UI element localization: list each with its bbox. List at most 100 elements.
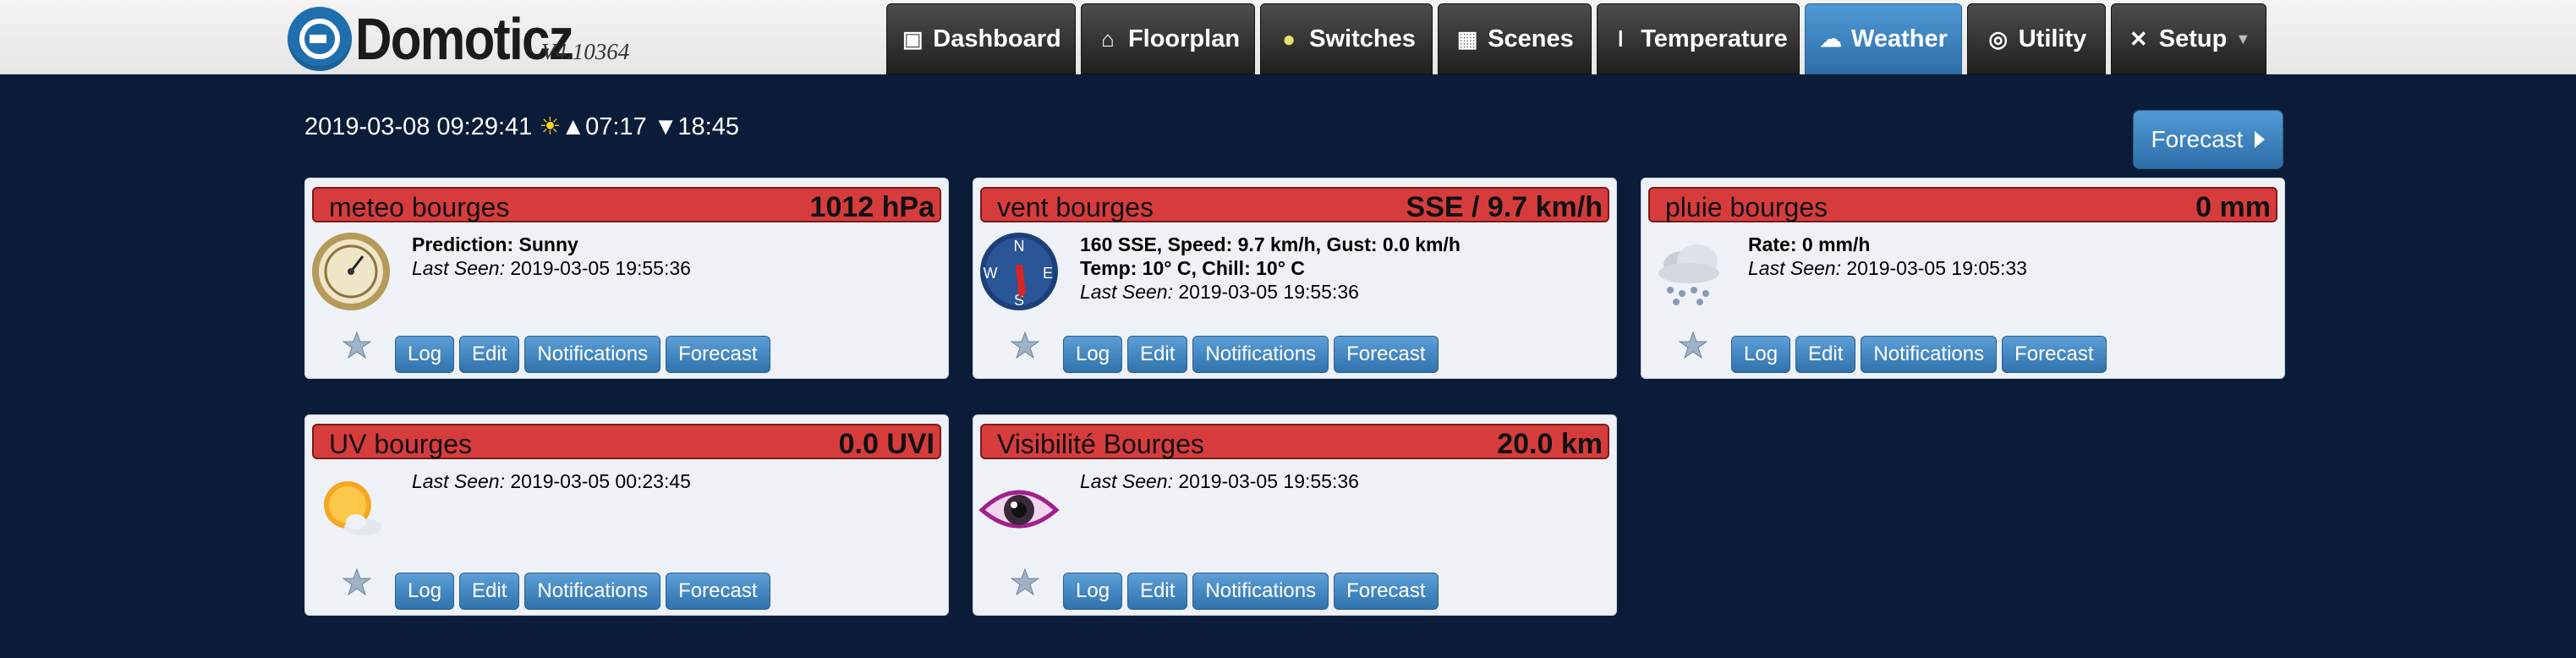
favorite-star-icon[interactable] (343, 331, 371, 359)
last-seen-value: 2019-03-05 19:05:33 (1846, 257, 2027, 279)
log-button[interactable]: Log (1731, 336, 1791, 373)
tools-icon: ✕ (2129, 26, 2148, 52)
favorite-star-icon[interactable] (1011, 568, 1039, 596)
favorite-star-icon[interactable] (343, 568, 371, 596)
notifications-button[interactable]: Notifications (524, 336, 661, 373)
edit-button[interactable]: Edit (459, 573, 520, 610)
last-seen-value: 2019-03-05 19:55:36 (1178, 281, 1359, 303)
sunrise-icon: ▲ (561, 113, 586, 140)
last-seen-label: Last Seen: (412, 470, 505, 492)
device-value: 0.0 UVI (838, 428, 934, 460)
log-button[interactable]: Log (395, 573, 455, 610)
nav-temperature[interactable]: ǀ Temperature (1597, 3, 1800, 74)
edit-button[interactable]: Edit (1795, 336, 1856, 373)
favorite-star-icon[interactable] (1679, 331, 1707, 359)
device-value: 1012 hPa (809, 191, 934, 223)
last-seen-label: Last Seen: (1080, 470, 1173, 492)
device-status-line-2: Temp: 10° C, Chill: 10° C (1080, 257, 1305, 279)
sunrise-time: 07:17 (585, 113, 647, 140)
chevron-down-icon: ▼ (2235, 30, 2251, 47)
last-seen-value: 2019-03-05 19:55:36 (1178, 470, 1359, 492)
device-card-wind: vent bourges SSE / 9.7 km/h N S W E 160 … (973, 178, 1617, 379)
device-status-line: Prediction: Sunny (412, 233, 578, 255)
device-info: 160 SSE, Speed: 9.7 km/h, Gust: 0.0 km/h… (1080, 233, 1461, 304)
nav-setup[interactable]: ✕ Setup ▼ (2111, 3, 2266, 74)
nav-scenes[interactable]: ▦ Scenes (1438, 3, 1592, 74)
app-version: V4.10364 (541, 39, 630, 64)
log-button[interactable]: Log (1063, 573, 1123, 610)
device-card-meteo: meteo bourges 1012 hPa Prediction: Sunny… (304, 178, 949, 379)
last-seen-label: Last Seen: (1080, 281, 1173, 303)
barometer-icon (312, 233, 390, 310)
floorplan-icon: ⌂ (1101, 26, 1115, 52)
last-seen-value: 2019-03-05 00:23:45 (510, 470, 691, 492)
svg-text:E: E (1043, 265, 1053, 282)
card-header: pluie bourges 0 mm (1648, 187, 2277, 223)
datetime-bar: 2019-03-08 09:29:41 ☀▲07:17 ▼18:45 (304, 112, 739, 141)
card-actions: Log Edit Notifications Forecast (395, 573, 770, 610)
card-header: vent bourges SSE / 9.7 km/h (980, 187, 1609, 223)
device-name: Visibilité Bourges (997, 429, 1204, 459)
notifications-button[interactable]: Notifications (1192, 573, 1329, 610)
card-actions: Log Edit Notifications Forecast (1063, 336, 1439, 373)
utility-icon: ◎ (1988, 26, 2009, 52)
device-card-rain: pluie bourges 0 mm Rate: 0 mm/h Last See… (1641, 178, 2285, 379)
nav-utility[interactable]: ◎ Utility (1967, 3, 2106, 74)
cloud-icon: ☁ (1820, 26, 1843, 52)
device-value: 0 mm (2195, 191, 2271, 223)
scenes-icon: ▦ (1456, 26, 1478, 52)
card-header: meteo bourges 1012 hPa (312, 187, 941, 223)
device-name: pluie bourges (1665, 192, 1828, 222)
forecast-card-button[interactable]: Forecast (1334, 336, 1439, 373)
forecast-card-button[interactable]: Forecast (666, 573, 770, 610)
last-seen-value: 2019-03-05 19:55:36 (510, 257, 691, 279)
log-button[interactable]: Log (1063, 336, 1123, 373)
notifications-button[interactable]: Notifications (1861, 336, 1998, 373)
notifications-button[interactable]: Notifications (524, 573, 661, 610)
last-seen-label: Last Seen: (412, 257, 505, 279)
nav-weather[interactable]: ☁ Weather (1805, 3, 1962, 74)
device-status-line: Rate: 0 mm/h (1748, 233, 1871, 255)
card-actions: Log Edit Notifications Forecast (1063, 573, 1439, 610)
current-datetime: 2019-03-08 09:29:41 (304, 113, 533, 140)
eye-icon (978, 490, 1060, 529)
top-navbar: Domoticz V4.10364 ▣ Dashboard ⌂ Floorplan … (0, 0, 2576, 74)
forecast-card-button[interactable]: Forecast (2002, 336, 2107, 373)
forecast-card-button[interactable]: Forecast (666, 336, 770, 373)
device-name: vent bourges (997, 192, 1154, 222)
uv-sun-icon (324, 481, 381, 535)
svg-text:W: W (984, 265, 998, 282)
edit-button[interactable]: Edit (1127, 573, 1188, 610)
card-actions: Log Edit Notifications Forecast (395, 336, 770, 373)
nav-switches[interactable]: ● Switches (1260, 3, 1433, 74)
device-value: SSE / 9.7 km/h (1406, 191, 1603, 223)
favorite-star-icon[interactable] (1011, 331, 1039, 359)
device-name: UV bourges (329, 429, 472, 459)
lightbulb-icon: ● (1282, 26, 1296, 52)
device-name: meteo bourges (329, 192, 510, 222)
device-info: Rate: 0 mm/h Last Seen: 2019-03-05 19:05… (1748, 233, 2027, 280)
edit-button[interactable]: Edit (1127, 336, 1188, 373)
thermometer-icon: ǀ (1617, 26, 1624, 52)
dashboard-icon: ▣ (902, 26, 924, 52)
device-info: Prediction: Sunny Last Seen: 2019-03-05 … (412, 233, 691, 280)
sunset-time: 18:45 (677, 113, 739, 140)
sunset-icon: ▼ (653, 113, 678, 140)
device-info: Last Seen: 2019-03-05 19:55:36 (1080, 469, 1359, 493)
app-name: Domoticz (355, 6, 574, 72)
forecast-card-button[interactable]: Forecast (1334, 573, 1439, 610)
device-value: 20.0 km (1497, 428, 1603, 460)
last-seen-label: Last Seen: (1748, 257, 1841, 279)
forecast-button[interactable]: Forecast (2133, 110, 2283, 169)
notifications-button[interactable]: Notifications (1192, 336, 1329, 373)
device-card-visibility: Visibilité Bourges 20.0 km Last Seen: 20… (973, 414, 1617, 616)
card-header: Visibilité Bourges 20.0 km (980, 424, 1609, 460)
compass-icon: N S W E (980, 233, 1058, 310)
edit-button[interactable]: Edit (459, 336, 520, 373)
nav-dashboard[interactable]: ▣ Dashboard (886, 3, 1076, 74)
nav-floorplan[interactable]: ⌂ Floorplan (1081, 3, 1255, 74)
device-card-uv: UV bourges 0.0 UVI Last Seen: 2019-03-05… (304, 414, 949, 616)
svg-text:N: N (1014, 238, 1025, 255)
log-button[interactable]: Log (395, 336, 455, 373)
sun-icon: ☀ (539, 113, 562, 140)
